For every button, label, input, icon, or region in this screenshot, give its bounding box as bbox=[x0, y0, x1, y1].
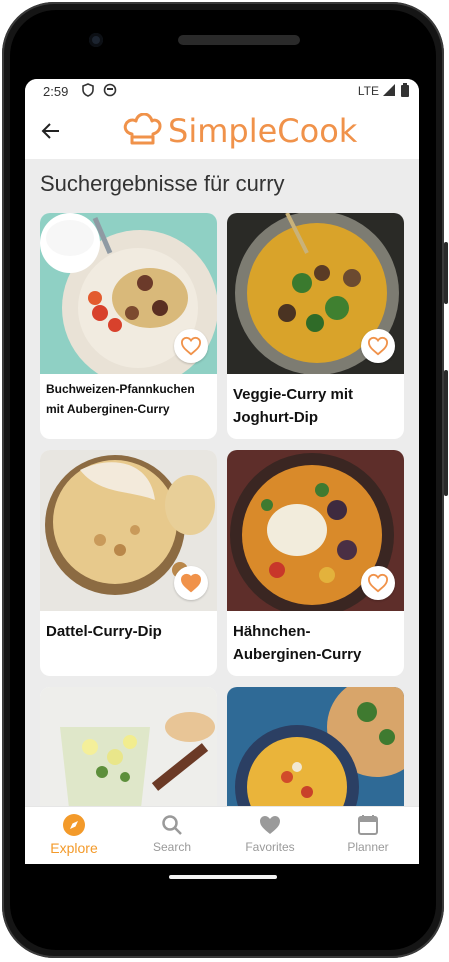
favorite-button[interactable] bbox=[174, 566, 208, 600]
favorite-button[interactable] bbox=[361, 566, 395, 600]
compass-icon bbox=[63, 814, 85, 836]
status-time: 2:59 bbox=[43, 84, 69, 99]
volume-button bbox=[444, 370, 448, 496]
calendar-icon bbox=[358, 815, 378, 835]
nav-label: Planner bbox=[347, 840, 389, 854]
nav-favorites[interactable]: Favorites bbox=[221, 813, 319, 854]
heart-outline-icon bbox=[180, 336, 202, 356]
heart-outline-icon bbox=[367, 336, 389, 356]
app-logo: SimpleCook bbox=[122, 111, 357, 151]
app-title: SimpleCook bbox=[168, 112, 358, 150]
screen: 2:59 LTE SimpleCook Suchergebnisse für c… bbox=[25, 79, 419, 864]
battery-icon bbox=[401, 83, 409, 97]
chef-hat-icon bbox=[123, 113, 162, 145]
status-bar: 2:59 LTE bbox=[25, 79, 419, 103]
app-bar: SimpleCook bbox=[25, 103, 419, 159]
power-button bbox=[444, 242, 448, 304]
bottom-navigation: Explore Search Favorites Planner bbox=[25, 806, 419, 864]
nav-explore[interactable]: Explore bbox=[25, 813, 123, 856]
favorite-button[interactable] bbox=[361, 329, 395, 363]
search-icon bbox=[162, 815, 182, 835]
nav-label: Explore bbox=[50, 840, 98, 856]
recipe-title: Dattel-Curry-Dip bbox=[46, 623, 162, 640]
search-results-heading: Suchergebnisse für curry bbox=[40, 171, 285, 196]
recipe-card[interactable]: Dattel-Curry-Dip bbox=[40, 450, 217, 676]
nav-label: Search bbox=[152, 840, 192, 854]
recipe-card[interactable]: Veggie-Curry mit Joghurt-Dip bbox=[227, 213, 404, 439]
heart-icon bbox=[260, 816, 280, 834]
signal-icon bbox=[383, 84, 395, 96]
gesture-bar bbox=[169, 875, 277, 879]
recipe-title: Buchweizen-Pfannkuchen mit Auberginen-Cu… bbox=[46, 382, 195, 416]
shield-icon bbox=[82, 83, 94, 97]
earpiece-speaker bbox=[178, 35, 300, 45]
app-status-icon bbox=[103, 83, 117, 97]
recipe-title: Veggie-Curry mit Joghurt-Dip bbox=[233, 386, 354, 426]
favorite-button[interactable] bbox=[174, 329, 208, 363]
nav-label: Favorites bbox=[245, 840, 295, 854]
recipe-card[interactable]: Hähnchen-Auberginen-Curry bbox=[227, 450, 404, 676]
recipe-card[interactable]: Buchweizen-Pfannkuchen mit Auberginen-Cu… bbox=[40, 213, 217, 439]
nav-search[interactable]: Search bbox=[123, 813, 221, 854]
heart-filled-icon bbox=[180, 573, 202, 593]
front-camera bbox=[89, 33, 103, 47]
recipe-title: Hähnchen-Auberginen-Curry bbox=[233, 623, 362, 663]
nav-planner[interactable]: Planner bbox=[319, 813, 417, 854]
heart-outline-icon bbox=[367, 573, 389, 593]
back-arrow-icon[interactable] bbox=[39, 119, 63, 143]
network-type: LTE bbox=[357, 84, 379, 98]
